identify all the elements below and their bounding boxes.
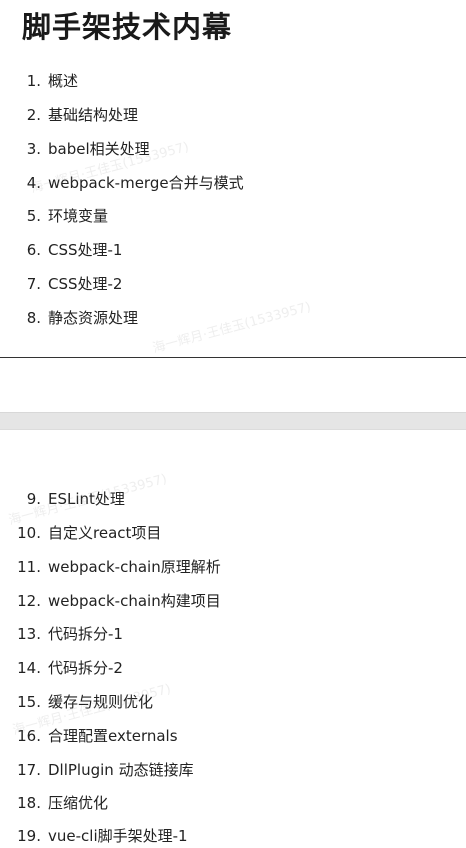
- toc-item-text: 缓存与规则优化: [48, 693, 154, 711]
- toc-item: 7. CSS处理-2: [0, 272, 123, 296]
- toc-item-number: 18.: [17, 794, 41, 812]
- toc-item-number: 11.: [17, 558, 41, 576]
- toc-item-text: 自定义react项目: [48, 524, 162, 542]
- watermark-text: 海一辉月·王佳玉(1533957): [151, 299, 313, 357]
- toc-item: 16. 合理配置externals: [0, 724, 178, 748]
- toc-item: 9. ESLint处理: [0, 487, 125, 511]
- toc-item-number: 14.: [17, 659, 41, 677]
- toc-item-text: 静态资源处理: [48, 309, 139, 327]
- toc-item-text: 环境变量: [48, 207, 109, 225]
- toc-item-text: 代码拆分-1: [48, 625, 123, 643]
- toc-item-text: webpack-chain原理解析: [48, 558, 221, 576]
- toc-item: 3. babel相关处理: [0, 137, 150, 161]
- toc-item: 18. 压缩优化: [0, 791, 108, 815]
- toc-item-number: 19.: [17, 827, 41, 845]
- document-page-bottom: 9. ESLint处理 10. 自定义react项目 11. webpack-chai…: [0, 430, 466, 845]
- toc-item-text: 概述: [48, 72, 79, 90]
- toc-item: 4. webpack-merge合并与模式: [0, 171, 244, 195]
- toc-item: 17. DllPlugin 动态链接库: [0, 758, 194, 782]
- toc-item-number: 16.: [17, 727, 41, 745]
- toc-item-number: 4.: [26, 174, 41, 192]
- toc-item-number: 5.: [26, 207, 41, 225]
- toc-item: 6. CSS处理-1: [0, 238, 123, 262]
- toc-item-text: ESLint处理: [48, 490, 125, 508]
- toc-item: 15. 缓存与规则优化: [0, 690, 153, 714]
- toc-item-text: webpack-chain构建项目: [48, 592, 221, 610]
- page-gap: [0, 358, 466, 415]
- toc-item-text: babel相关处理: [48, 140, 150, 158]
- toc-item: 8. 静态资源处理: [0, 306, 138, 330]
- toc-item-text: CSS处理-2: [48, 275, 123, 293]
- toc-item: 1. 概述: [0, 69, 78, 93]
- toc-item: 13. 代码拆分-1: [0, 622, 123, 646]
- toc-item: 12. webpack-chain构建项目: [0, 589, 221, 613]
- document-page-top: 脚手架技术内幕 1. 概述 2. 基础结构处理 3. babel相关处理 4. webp…: [0, 0, 466, 358]
- toc-item: 19. vue-cli脚手架处理-1: [0, 824, 188, 848]
- toc-item: 5. 环境变量: [0, 204, 108, 228]
- toc-item-text: vue-cli脚手架处理-1: [48, 827, 188, 845]
- toc-item-number: 10.: [17, 524, 41, 542]
- toc-item-number: 7.: [26, 275, 41, 293]
- toc-item-text: 合理配置externals: [48, 727, 178, 745]
- toc-item: 14. 代码拆分-2: [0, 656, 123, 680]
- toc-item-number: 17.: [17, 761, 41, 779]
- toc-item-text: DllPlugin 动态链接库: [48, 761, 194, 779]
- toc-item-number: 1.: [26, 72, 41, 90]
- toc-item-number: 15.: [17, 693, 41, 711]
- toc-item-text: 压缩优化: [48, 794, 109, 812]
- page-separator: [0, 412, 466, 430]
- toc-item: 11. webpack-chain原理解析: [0, 555, 221, 579]
- toc-item-number: 3.: [26, 140, 41, 158]
- toc-item-number: 9.: [26, 490, 41, 508]
- toc-item-number: 13.: [17, 625, 41, 643]
- toc-item-number: 12.: [17, 592, 41, 610]
- toc-item-text: webpack-merge合并与模式: [48, 174, 244, 192]
- toc-item-text: 代码拆分-2: [48, 659, 123, 677]
- page-title: 脚手架技术内幕: [22, 10, 233, 44]
- toc-item-number: 6.: [26, 241, 41, 259]
- toc-item-number: 2.: [26, 106, 41, 124]
- toc-item-number: 8.: [26, 309, 41, 327]
- toc-item-text: CSS处理-1: [48, 241, 123, 259]
- toc-item: 2. 基础结构处理: [0, 103, 138, 127]
- toc-item: 10. 自定义react项目: [0, 521, 161, 545]
- toc-item-text: 基础结构处理: [48, 106, 139, 124]
